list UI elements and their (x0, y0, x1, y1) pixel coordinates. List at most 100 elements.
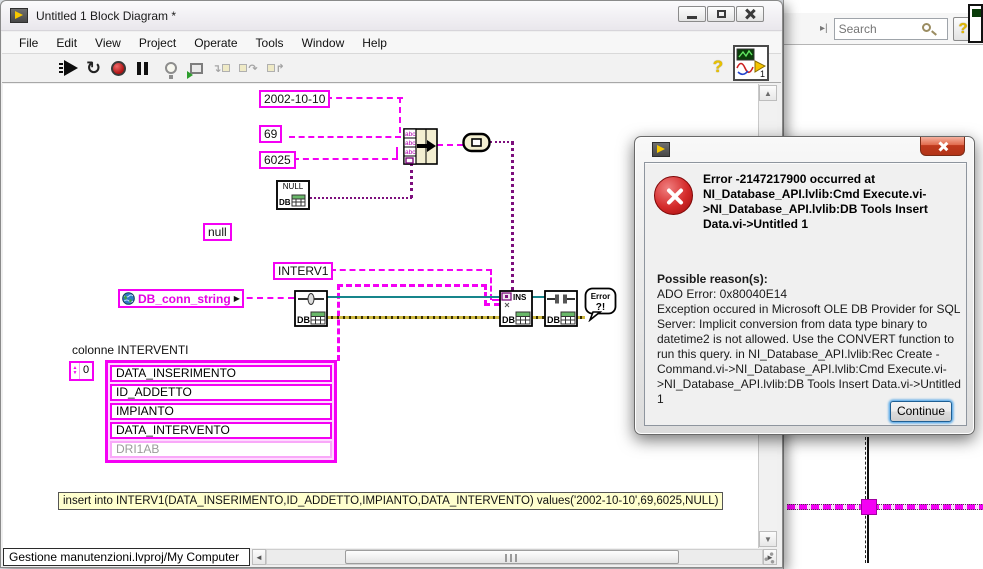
menu-help[interactable]: Help (353, 34, 396, 52)
db-insert-data-node[interactable]: INS DB (499, 290, 533, 332)
menu-operate[interactable]: Operate (185, 34, 246, 52)
horizontal-scrollbar[interactable] (266, 549, 763, 565)
ins-label: INS (513, 293, 527, 302)
step-over-button[interactable]: ↷ (239, 62, 258, 75)
menu-edit[interactable]: Edit (47, 34, 86, 52)
window-title: Untitled 1 Block Diagram * (36, 8, 177, 23)
close-button[interactable] (736, 6, 764, 22)
dialog-close-button[interactable] (920, 137, 965, 156)
vi-badge: 1 (760, 69, 765, 79)
wire-variant-out[interactable] (511, 141, 514, 291)
status-bar: Gestione manutenzioni.lvproj/My Computer… (3, 548, 777, 566)
minimize-button[interactable] (678, 6, 706, 22)
menu-file[interactable]: File (10, 34, 47, 52)
selected-string-wire[interactable] (787, 504, 983, 510)
close-icon (938, 141, 948, 151)
pause-icon (137, 61, 142, 75)
abort-button[interactable] (111, 60, 127, 76)
project-context-label[interactable]: Gestione manutenzioni.lvproj/My Computer (3, 548, 250, 566)
pause-button[interactable] (137, 61, 149, 75)
wire-variant-out[interactable] (490, 141, 513, 143)
array-index-box[interactable]: ▲ ▼ 0 (69, 361, 95, 381)
step-into-button[interactable]: ↴ (212, 62, 231, 75)
toolbar-splitter-icon: ▸| (820, 23, 828, 34)
wire-junction-square[interactable] (861, 499, 877, 515)
wire-string-6025[interactable] (293, 158, 398, 160)
step-into-icon: ↴ (212, 62, 222, 75)
highlight-execution-button[interactable] (165, 62, 178, 79)
background-vi-icon (968, 4, 983, 43)
error-handler-node[interactable]: Error ?! (584, 287, 617, 327)
scroll-left-icon[interactable]: ◄ (252, 549, 266, 565)
menu-window[interactable]: Window (293, 34, 354, 52)
db-close-connection-node[interactable]: DB (544, 290, 578, 332)
spinner-down-icon[interactable]: ▼ (73, 371, 78, 376)
array-label: colonne INTERVENTI (72, 343, 189, 357)
retain-wire-values-button[interactable] (187, 62, 204, 79)
wire-string-69[interactable] (289, 136, 401, 138)
wire-connection-ref[interactable] (327, 296, 499, 298)
title-bar[interactable]: Untitled 1 Block Diagram * (1, 1, 782, 31)
error-bubble-text2: ?! (596, 302, 605, 313)
to-variant-node[interactable] (462, 131, 491, 159)
wire-string-date[interactable] (326, 97, 403, 99)
possible-reasons-label: Possible reason(s): (657, 272, 768, 286)
wire-error-cluster[interactable] (327, 316, 501, 319)
error-reason-text: Possible reason(s): ADO Error: 0x80040E1… (657, 272, 963, 407)
global-db-conn-string[interactable]: DB_conn_string ▶ (118, 289, 244, 308)
sql-free-label[interactable]: insert into INTERV1(DATA_INSERIMENTO,ID_… (58, 492, 724, 510)
constant-table-name[interactable]: INTERV1 (273, 262, 334, 280)
constant-id-addetto[interactable]: 69 (259, 125, 283, 143)
step-out-button[interactable]: ↱ (266, 62, 285, 75)
constant-null[interactable]: null (203, 223, 232, 241)
array-constant[interactable]: DATA_INSERIMENTO ID_ADDETTO IMPIANTO DAT… (105, 360, 337, 463)
scroll-down-icon[interactable]: ▼ (759, 531, 777, 547)
wire-variant-null[interactable] (310, 197, 412, 199)
array-item[interactable]: DATA_INTERVENTO (110, 422, 332, 439)
menu-project[interactable]: Project (130, 34, 185, 52)
wire-string-array[interactable] (337, 284, 487, 287)
build-array-node[interactable]: abc abc abc (403, 128, 438, 170)
screen: ▸| ? Untitled 1 Block Diagram * File Edi… (0, 0, 983, 569)
background-toolbar: ▸| ? (784, 13, 983, 45)
ado-error-line: ADO Error: 0x80040E14 (657, 287, 788, 301)
array-item[interactable]: ID_ADDETTO (110, 384, 332, 401)
horizontal-scroll-thumb[interactable] (345, 550, 679, 564)
search-input[interactable] (834, 18, 925, 39)
step-over-icon: ↷ (248, 62, 258, 75)
vi-icon[interactable]: 1 (733, 45, 769, 81)
array-index-spinner[interactable]: ▲ ▼ (71, 363, 80, 379)
search-box[interactable] (833, 17, 948, 40)
menu-bar: File Edit View Project Operate Tools Win… (2, 32, 781, 54)
constant-date[interactable]: 2002-10-10 (259, 90, 331, 108)
minimize-icon (687, 15, 697, 19)
abc-cell: abc (405, 140, 416, 147)
close-icon (745, 9, 755, 19)
maximize-button[interactable] (707, 6, 735, 22)
svg-text:DB: DB (502, 315, 515, 325)
resize-grip[interactable] (759, 549, 777, 566)
scroll-up-icon[interactable]: ▲ (759, 85, 777, 101)
abc-cell: abc (405, 131, 416, 138)
context-help-button[interactable]: ? (708, 57, 728, 80)
array-item[interactable]: IMPIANTO (110, 403, 332, 420)
wire-array-to-variant[interactable] (437, 144, 463, 146)
constant-impianto[interactable]: 6025 (259, 151, 296, 169)
global-variable-label: DB_conn_string (138, 291, 231, 306)
wire-string-table[interactable] (330, 269, 492, 271)
array-item-ghost[interactable]: DRI1AB (110, 441, 332, 458)
continue-button[interactable]: Continue (890, 401, 952, 422)
array-item[interactable]: DATA_INSERIMENTO (110, 365, 332, 382)
db-label: DB (279, 198, 291, 207)
wire-string-date[interactable] (399, 97, 401, 133)
wire-string-array[interactable] (484, 303, 500, 306)
null-db-constant[interactable]: NULL DB (276, 180, 310, 210)
array-index-value[interactable]: 0 (80, 363, 92, 379)
menu-tools[interactable]: Tools (247, 34, 293, 52)
wire-string-6025[interactable] (396, 147, 398, 159)
labview-dialog-icon (652, 142, 670, 157)
continuous-run-button[interactable]: ↻ (86, 57, 101, 79)
db-open-connection-node[interactable]: DB (294, 290, 328, 332)
run-button[interactable] (64, 60, 78, 76)
menu-view[interactable]: View (86, 34, 130, 52)
